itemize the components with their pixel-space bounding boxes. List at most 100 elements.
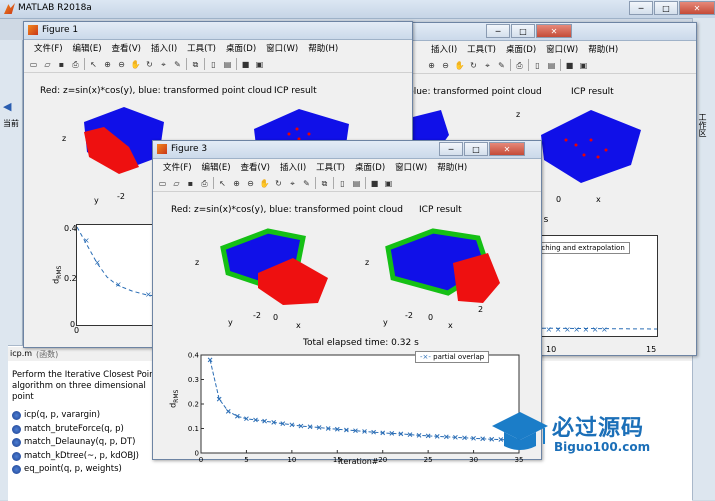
colorbar-icon[interactable]: ▯ — [337, 178, 348, 189]
figure-1-y-label: y — [94, 196, 99, 205]
menu-window[interactable]: 窗口(W) — [390, 159, 432, 174]
figure-3-right-surface — [385, 228, 500, 303]
arrow-select-icon[interactable]: ↖ — [217, 178, 228, 189]
menu-file[interactable]: 文件(F) — [29, 40, 68, 55]
minimize-button[interactable]: ─ — [486, 24, 510, 38]
figure-2-xtick-15: 15 — [646, 345, 657, 354]
figure-3-titlebar: Figure 3 ─ □ ✕ — [153, 141, 541, 159]
minimize-button[interactable]: ─ — [439, 142, 463, 156]
show-tools-icon[interactable]: ▣ — [578, 60, 589, 71]
function-item[interactable]: eq_point(q, p, weights) — [12, 463, 162, 477]
menu-tools[interactable]: 工具(T) — [311, 159, 350, 174]
function-item[interactable]: icp(q, p, varargin) — [12, 409, 162, 423]
function-item[interactable]: match_bruteForce(q, p) — [12, 423, 162, 437]
rotate-icon[interactable]: ↻ — [144, 59, 155, 70]
maximize-button[interactable]: □ — [464, 142, 488, 156]
figure-2-controls: ─ □ ✕ — [486, 24, 572, 38]
menu-insert[interactable]: 插入(I) — [426, 41, 462, 56]
zoom-in-icon[interactable]: ⊕ — [102, 59, 113, 70]
hide-tools-icon[interactable]: ■ — [564, 60, 575, 71]
print-icon[interactable]: ⎙ — [70, 59, 81, 70]
menu-help[interactable]: 帮助(H) — [583, 41, 623, 56]
workspace-label: 工作区 — [698, 113, 707, 137]
legend-marker: -×- — [420, 353, 431, 361]
series-marker: × — [83, 236, 90, 245]
rotate-icon[interactable]: ↻ — [468, 60, 479, 71]
brush-icon[interactable]: ✎ — [172, 59, 183, 70]
figure-1-titlebar: Figure 1 — [24, 22, 412, 40]
zoom-out-icon[interactable]: ⊖ — [440, 60, 451, 71]
menu-file[interactable]: 文件(F) — [158, 159, 197, 174]
menu-edit[interactable]: 编辑(E) — [68, 40, 107, 55]
data-cursor-icon[interactable]: ⌖ — [158, 59, 169, 70]
current-folder-label: 当前 — [3, 119, 19, 128]
maximize-button[interactable]: □ — [654, 1, 678, 15]
menu-window[interactable]: 窗口(W) — [541, 41, 583, 56]
open-icon[interactable]: ▱ — [42, 59, 53, 70]
new-figure-icon[interactable]: ▭ — [157, 178, 168, 189]
menu-edit[interactable]: 编辑(E) — [197, 159, 236, 174]
menu-tools[interactable]: 工具(T) — [462, 41, 501, 56]
figure-icon — [28, 25, 38, 35]
data-cursor-icon[interactable]: ⌖ — [482, 60, 493, 71]
back-arrow-icon[interactable]: ◀ — [3, 100, 11, 113]
colorbar-icon[interactable]: ▯ — [208, 59, 219, 70]
menu-view[interactable]: 查看(V) — [236, 159, 275, 174]
zoom-in-icon[interactable]: ⊕ — [426, 60, 437, 71]
figure-1-ytick-04: 0.4 — [64, 224, 77, 233]
data-cursor-icon[interactable]: ⌖ — [287, 178, 298, 189]
figure-3-x-label: x — [296, 321, 301, 330]
menu-desktop[interactable]: 桌面(D) — [221, 40, 261, 55]
menu-view[interactable]: 查看(V) — [107, 40, 146, 55]
show-tools-icon[interactable]: ▣ — [383, 178, 394, 189]
menu-window[interactable]: 窗口(W) — [261, 40, 303, 55]
new-figure-icon[interactable]: ▭ — [28, 59, 39, 70]
link-icon[interactable]: ⧉ — [319, 178, 330, 189]
menu-tools[interactable]: 工具(T) — [182, 40, 221, 55]
y-tick-label: 0.3 — [188, 376, 199, 384]
hide-tools-icon[interactable]: ■ — [369, 178, 380, 189]
brush-icon[interactable]: ✎ — [496, 60, 507, 71]
figure-1-toolbar: ▭ ▱ ▪ ⎙ ↖ ⊕ ⊖ ✋ ↻ ⌖ ✎ ⧉ ▯ ▤ ■ ▣ — [24, 56, 412, 73]
open-icon[interactable]: ▱ — [171, 178, 182, 189]
save-icon[interactable]: ▪ — [185, 178, 196, 189]
menu-insert[interactable]: 插入(I) — [146, 40, 182, 55]
print-icon[interactable]: ⎙ — [514, 60, 525, 71]
figure-2-menubar: 插入(I) 工具(T) 桌面(D) 窗口(W) 帮助(H) — [396, 41, 696, 56]
menu-insert[interactable]: 插入(I) — [275, 159, 311, 174]
arrow-select-icon[interactable]: ↖ — [88, 59, 99, 70]
figure-3-rms-ylabel: dRMS — [168, 389, 180, 408]
close-button[interactable]: ✕ — [536, 24, 572, 38]
zoom-out-icon[interactable]: ⊖ — [116, 59, 127, 70]
minimize-button[interactable]: ─ — [629, 1, 653, 15]
function-item[interactable]: match_Delaunay(q, p, DT) — [12, 436, 162, 450]
close-button[interactable]: ✕ — [679, 1, 715, 15]
maximize-button[interactable]: □ — [511, 24, 535, 38]
menu-help[interactable]: 帮助(H) — [432, 159, 472, 174]
menu-desktop[interactable]: 桌面(D) — [501, 41, 541, 56]
hide-tools-icon[interactable]: ■ — [240, 59, 251, 70]
zoom-in-icon[interactable]: ⊕ — [231, 178, 242, 189]
rotate-icon[interactable]: ↻ — [273, 178, 284, 189]
legend-icon[interactable]: ▤ — [546, 60, 557, 71]
menu-help[interactable]: 帮助(H) — [303, 40, 343, 55]
pan-icon[interactable]: ✋ — [454, 60, 465, 71]
series-marker: × — [145, 290, 152, 299]
menu-desktop[interactable]: 桌面(D) — [350, 159, 390, 174]
figure-3-toolbar: ▭ ▱ ▪ ⎙ ↖ ⊕ ⊖ ✋ ↻ ⌖ ✎ ⧉ ▯ ▤ ■ ▣ — [153, 175, 541, 192]
figure-3-xlabel: iteration# — [338, 457, 379, 466]
function-item[interactable]: match_kDtree(~, p, kdOBJ) — [12, 450, 162, 464]
y-tick-label: 0.1 — [188, 425, 199, 433]
brush-icon[interactable]: ✎ — [301, 178, 312, 189]
print-icon[interactable]: ⎙ — [199, 178, 210, 189]
close-button[interactable]: ✕ — [489, 142, 525, 156]
save-icon[interactable]: ▪ — [56, 59, 67, 70]
zoom-out-icon[interactable]: ⊖ — [245, 178, 256, 189]
colorbar-icon[interactable]: ▯ — [532, 60, 543, 71]
show-tools-icon[interactable]: ▣ — [254, 59, 265, 70]
legend-icon[interactable]: ▤ — [222, 59, 233, 70]
pan-icon[interactable]: ✋ — [259, 178, 270, 189]
pan-icon[interactable]: ✋ — [130, 59, 141, 70]
legend-icon[interactable]: ▤ — [351, 178, 362, 189]
link-icon[interactable]: ⧉ — [190, 59, 201, 70]
